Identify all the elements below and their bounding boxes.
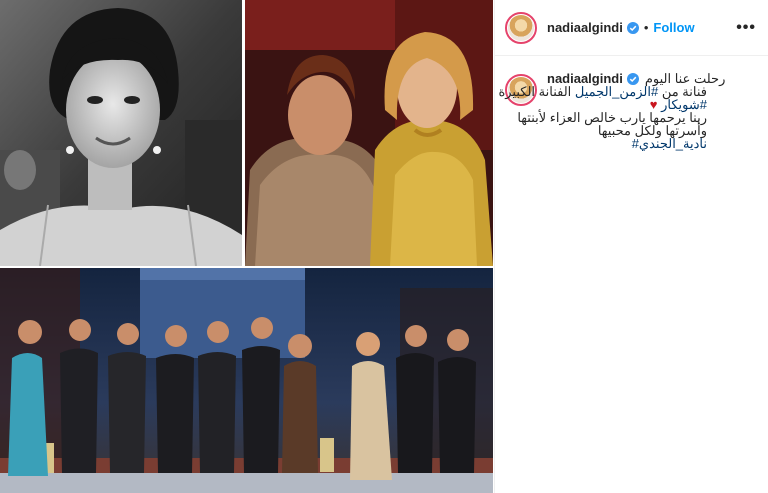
separator-dot: • [643,20,649,35]
verified-badge-icon [626,21,639,34]
post-media[interactable] [0,0,493,493]
photo-awards-ceremony [0,268,493,493]
caption-line-6: نادية_الجندي# [547,137,707,150]
follow-button[interactable]: Follow [653,20,694,35]
photo-black-white-portrait [0,0,242,266]
caption-verified-badge-icon [626,72,639,85]
caption-text: الفنانة الكبيرة [498,84,575,99]
post-sidebar: nadiaalgindi • Follow ••• nadiaalgindi ر… [494,0,768,493]
post-header: nadiaalgindi • Follow ••• [495,0,768,56]
username-link[interactable]: nadiaalgindi [547,20,623,35]
photo-two-women [245,0,493,266]
hashtag-link[interactable]: نادية_الجندي# [632,136,707,151]
avatar[interactable] [505,11,537,44]
more-options-icon[interactable]: ••• [736,19,756,37]
post-caption: nadiaalgindi رحلت عنا اليوم فنانة من #ال… [495,56,768,150]
hashtag-link[interactable]: #الزمن_الجميل [575,84,658,99]
